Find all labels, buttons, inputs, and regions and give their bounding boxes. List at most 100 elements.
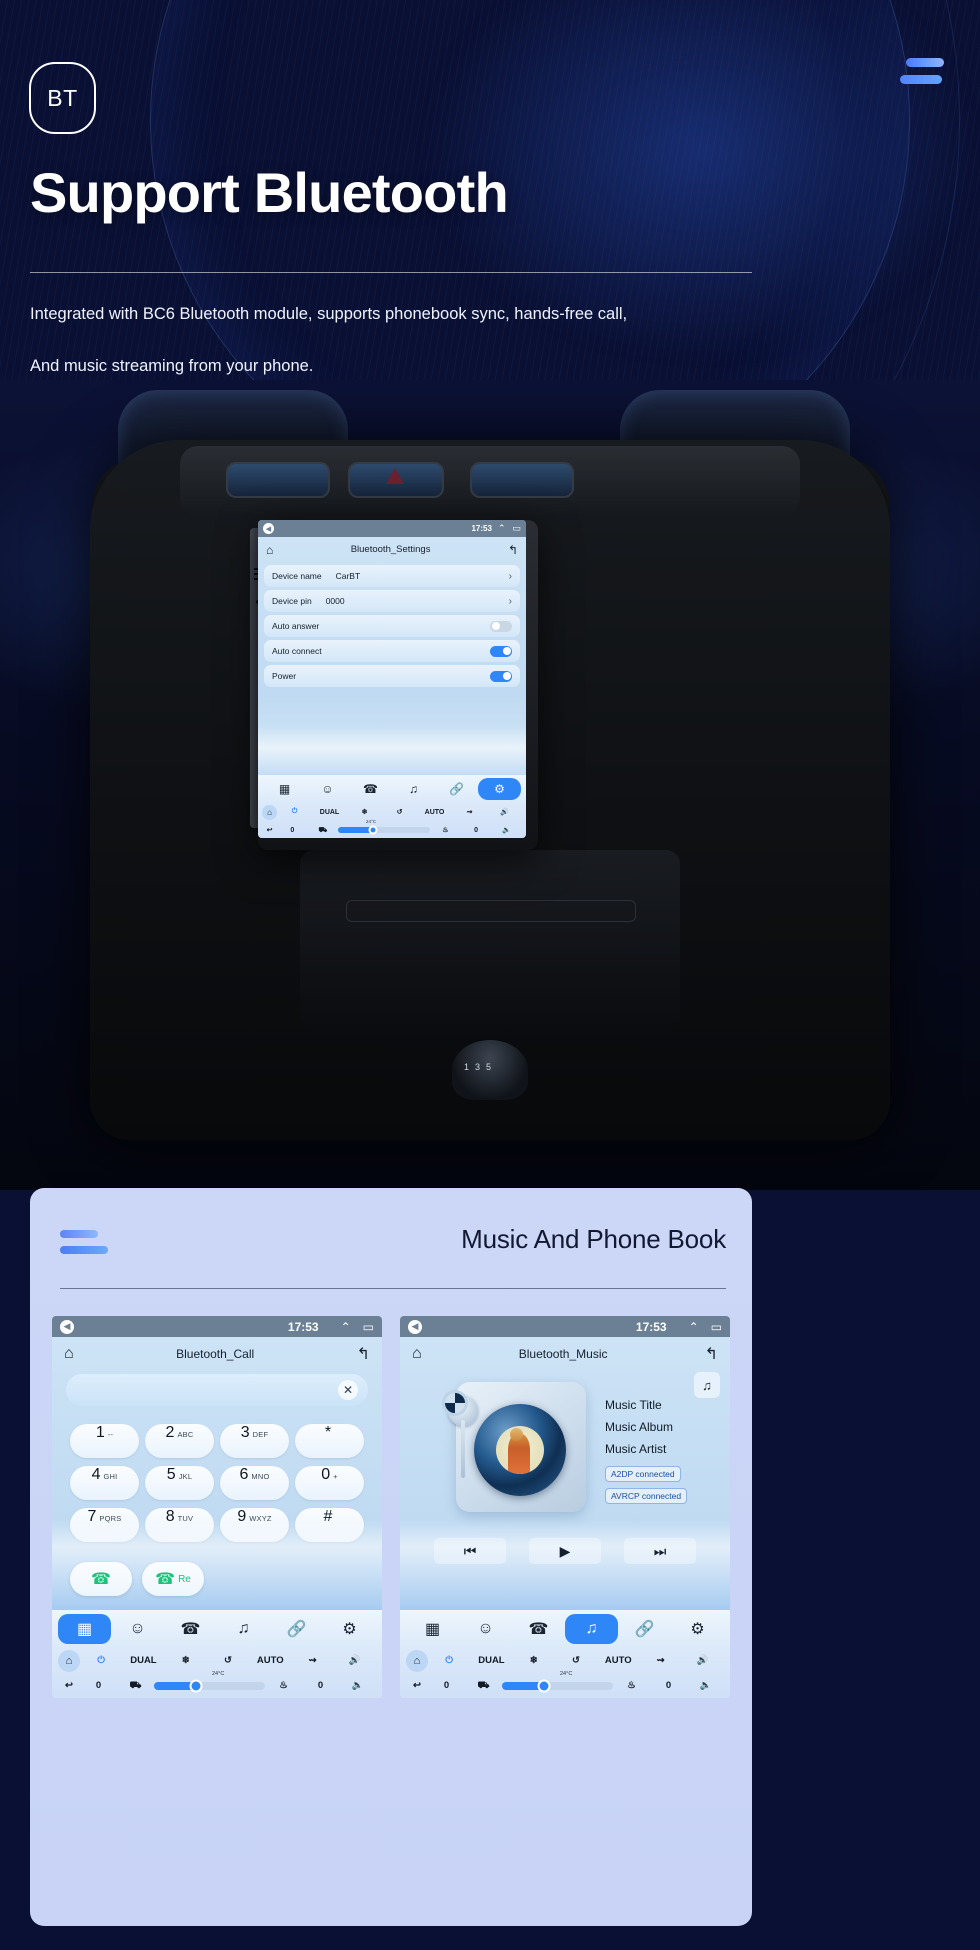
bluetooth-music-screen[interactable]: ◀ 17:53 ⌃ ▭ ⌂ Bluetooth_Music ↰ ♫ Music … — [400, 1316, 730, 1698]
redial-button[interactable]: ☎ Re — [142, 1562, 204, 1596]
music-note-icon[interactable]: ♫ — [392, 778, 435, 800]
snowflake-icon[interactable]: ❄ — [347, 808, 382, 816]
auto-label[interactable]: AUTO — [249, 1655, 291, 1666]
settings-gear-icon[interactable]: ⚙ — [323, 1614, 376, 1644]
hamburger-icon[interactable] — [892, 58, 944, 94]
seat-icon[interactable]: ⛟ — [117, 1680, 154, 1692]
fan-speed-slider[interactable] — [502, 1679, 613, 1692]
setting-row-auto-answer[interactable]: Auto answer — [264, 615, 520, 637]
play-button[interactable]: ▶ — [529, 1538, 601, 1564]
heated-seat-icon[interactable]: ♨ — [613, 1680, 650, 1691]
power-toggle[interactable] — [490, 670, 512, 682]
hazard-light-icon[interactable] — [386, 468, 404, 484]
link-icon[interactable]: 🔗 — [618, 1614, 671, 1644]
seat-icon[interactable]: ⛟ — [465, 1680, 502, 1692]
next-track-button[interactable]: ⏭ — [624, 1538, 696, 1564]
back-arrow-icon[interactable]: ↩ — [58, 1680, 80, 1691]
volume-down-icon[interactable]: 🔈 — [687, 1680, 724, 1691]
recent-apps-icon[interactable]: ▭ — [363, 1320, 374, 1334]
fan-speed-slider[interactable] — [154, 1679, 265, 1692]
auto-connect-toggle[interactable] — [490, 645, 512, 657]
apps-grid-icon[interactable]: ▦ — [58, 1614, 111, 1644]
setting-row-power[interactable]: Power — [264, 665, 520, 687]
setting-row-device-pin[interactable]: Device pin 0000 › — [264, 590, 520, 612]
close-x-icon[interactable]: ✕ — [338, 1380, 358, 1400]
seat-icon[interactable]: ⛟ — [308, 826, 339, 835]
defrost-icon[interactable]: ⇝ — [639, 1655, 681, 1666]
chevron-up-icon[interactable]: ⌃ — [341, 1320, 351, 1334]
music-note-icon[interactable]: ♫ — [217, 1614, 270, 1644]
dual-label[interactable]: DUAL — [122, 1655, 164, 1666]
apps-grid-icon[interactable]: ▦ — [263, 778, 306, 800]
bluetooth-settings-screen[interactable]: ◀ 17:53 ⌃ ▭ ⌂ Bluetooth_Settings ↰ Devic… — [258, 520, 526, 838]
chevron-up-icon[interactable]: ⌃ — [498, 523, 506, 534]
volume-down-icon[interactable]: 🔈 — [491, 826, 522, 834]
volume-up-icon[interactable]: 🔊 — [682, 1655, 724, 1666]
volume-up-icon[interactable]: 🔊 — [334, 1655, 376, 1666]
home-icon[interactable]: ⌂ — [266, 543, 273, 557]
phone-number-input[interactable]: ✕ — [66, 1374, 368, 1406]
fan-speed-slider[interactable] — [338, 825, 431, 835]
undo-arrow-icon[interactable]: ↰ — [357, 1344, 370, 1364]
home-icon[interactable]: ⌂ — [58, 1649, 80, 1672]
auto-answer-toggle[interactable] — [490, 620, 512, 632]
apps-grid-icon[interactable]: ▦ — [406, 1614, 459, 1644]
auto-label[interactable]: AUTO — [597, 1655, 639, 1666]
back-arrow-icon[interactable]: ↩ — [262, 826, 277, 834]
bluetooth-call-screen[interactable]: ◀ 17:53 ⌃ ▭ ⌂ Bluetooth_Call ↰ ✕ 1 -- 2 AB… — [52, 1316, 382, 1698]
setting-row-device-name[interactable]: Device name CarBT › — [264, 565, 520, 587]
home-icon[interactable]: ⌂ — [412, 1345, 422, 1363]
key-4[interactable]: 4 GHI — [70, 1466, 139, 1500]
back-arrow-icon[interactable]: ◀ — [60, 1319, 74, 1334]
phone-icon[interactable]: ☎ — [512, 1614, 565, 1644]
call-button[interactable]: ☎ — [70, 1562, 132, 1596]
auto-label[interactable]: AUTO — [417, 809, 452, 816]
contacts-icon[interactable]: ☺ — [459, 1614, 512, 1644]
phone-icon[interactable]: ☎ — [164, 1614, 217, 1644]
dual-label[interactable]: DUAL — [470, 1655, 512, 1666]
air-recirculation-icon[interactable]: ↺ — [207, 1655, 249, 1666]
power-icon[interactable]: ⏻ — [80, 1655, 122, 1666]
back-arrow-icon[interactable]: ◀ — [408, 1319, 422, 1334]
setting-row-auto-connect[interactable]: Auto connect — [264, 640, 520, 662]
air-recirculation-icon[interactable]: ↺ — [555, 1655, 597, 1666]
power-icon[interactable]: ⏻ — [428, 1655, 470, 1666]
phone-icon[interactable]: ☎ — [349, 778, 392, 800]
link-icon[interactable]: 🔗 — [435, 778, 478, 800]
key-1[interactable]: 1 -- — [70, 1424, 139, 1458]
key-0[interactable]: 0 + — [295, 1466, 364, 1500]
key-star[interactable]: * — [295, 1424, 364, 1458]
home-icon[interactable]: ⌂ — [262, 804, 277, 820]
volume-up-icon[interactable]: 🔊 — [487, 808, 522, 816]
dual-label[interactable]: DUAL — [312, 809, 347, 816]
chevron-up-icon[interactable]: ⌃ — [689, 1320, 699, 1334]
undo-arrow-icon[interactable]: ↰ — [705, 1344, 718, 1364]
snowflake-icon[interactable]: ❄ — [513, 1655, 555, 1666]
settings-gear-icon[interactable]: ⚙ — [478, 778, 521, 800]
defrost-icon[interactable]: ⇝ — [452, 808, 487, 816]
back-arrow-icon[interactable]: ◀ — [263, 523, 274, 534]
key-5[interactable]: 5 JKL — [145, 1466, 214, 1500]
volume-down-icon[interactable]: 🔈 — [339, 1680, 376, 1691]
music-note-icon[interactable]: ♫ — [565, 1614, 618, 1644]
contacts-icon[interactable]: ☺ — [111, 1614, 164, 1644]
key-3[interactable]: 3 DEF — [220, 1424, 289, 1458]
recent-apps-icon[interactable]: ▭ — [711, 1320, 722, 1334]
snowflake-icon[interactable]: ❄ — [165, 1655, 207, 1666]
recent-apps-icon[interactable]: ▭ — [512, 523, 521, 534]
previous-track-button[interactable]: ⏮ — [434, 1538, 506, 1564]
home-icon[interactable]: ⌂ — [406, 1649, 428, 1672]
power-icon[interactable]: ⏻ — [277, 808, 312, 816]
heated-seat-icon[interactable]: ♨ — [430, 826, 461, 834]
air-recirculation-icon[interactable]: ↺ — [382, 808, 417, 816]
music-note-icon[interactable]: ♫ — [694, 1372, 720, 1398]
key-2[interactable]: 2 ABC — [145, 1424, 214, 1458]
back-arrow-icon[interactable]: ↩ — [406, 1680, 428, 1691]
link-icon[interactable]: 🔗 — [270, 1614, 323, 1644]
key-6[interactable]: 6 MNO — [220, 1466, 289, 1500]
defrost-icon[interactable]: ⇝ — [291, 1655, 333, 1666]
contacts-icon[interactable]: ☺ — [306, 778, 349, 800]
heated-seat-icon[interactable]: ♨ — [265, 1680, 302, 1691]
settings-gear-icon[interactable]: ⚙ — [671, 1614, 724, 1644]
home-icon[interactable]: ⌂ — [64, 1345, 74, 1363]
